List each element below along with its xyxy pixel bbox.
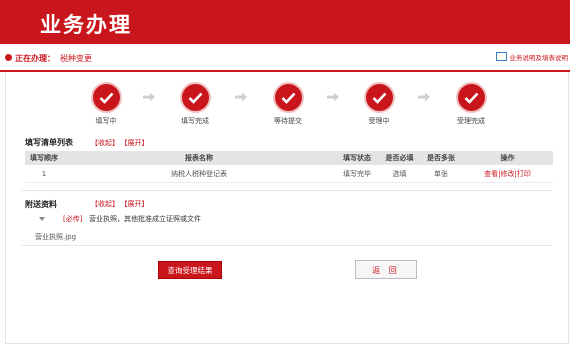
attachment-item[interactable]: [必传] 营业执照，其他批准成立证照或文件 [25, 214, 545, 226]
required-tag: [必传] [63, 215, 83, 223]
book-icon [495, 52, 507, 61]
column-header: 是否必填 [385, 154, 414, 162]
back-button[interactable]: 返 回 [355, 260, 417, 279]
step-label: 受理中 [368, 117, 390, 125]
collapse-link[interactable]: 【收起】 [91, 139, 119, 147]
check-icon [179, 82, 211, 113]
step-label: 等待提交 [274, 117, 302, 125]
step-filling: 填写中 [86, 82, 126, 126]
arrow-right-icon [235, 92, 247, 102]
arrow-right-icon [143, 92, 155, 102]
row-required: 选填 [392, 169, 407, 178]
row-multiple: 单张 [434, 169, 448, 178]
section-divider [22, 190, 552, 191]
page-header: 业务办理 [0, 0, 570, 44]
help-link-label: 业务说明及填表说明 [509, 54, 569, 62]
check-icon [90, 82, 122, 113]
row-order: 1 [41, 169, 47, 178]
step-filled: 填写完成 [175, 82, 215, 126]
collapse-link[interactable]: 【收起】 [91, 200, 119, 208]
column-header: 是否多张 [427, 154, 455, 162]
table-header: 填写顺序 报表名称 填写状态 是否必填 是否多张 操作 [25, 151, 553, 165]
step-completed: 受理完成 [451, 82, 491, 126]
caret-down-icon[interactable] [39, 217, 45, 221]
table-row: 1 纳税人税种登记表 填写完毕 选填 单张 查看|修改|打印 [25, 165, 553, 183]
status-dot-icon [5, 54, 12, 61]
expand-link[interactable]: 【展开】 [124, 139, 149, 147]
status-value: 税种变更 [60, 54, 92, 63]
form-list-toggles: 【收起】 【展开】 [91, 138, 154, 148]
check-icon [455, 82, 487, 113]
status-bar: 正在办理： 税种变更 业务说明及填表说明 [0, 46, 570, 72]
attachment-file-link[interactable]: 营业执照.jpg [35, 232, 76, 242]
attachments-title: 附送资料 [25, 200, 57, 209]
step-awaiting-submit: 等待提交 [268, 82, 308, 126]
step-label: 填写中 [95, 117, 117, 125]
arrow-right-icon [327, 92, 339, 102]
form-list-table: 填写顺序 报表名称 填写状态 是否必填 是否多张 操作 1 纳税人税种登记表 填… [25, 151, 553, 183]
form-list-title: 填写清单列表 [25, 138, 73, 147]
expand-link[interactable]: 【展开】 [124, 200, 149, 208]
arrow-right-icon [418, 92, 430, 102]
row-form-name: 纳税人税种登记表 [171, 169, 227, 178]
column-header: 填写状态 [343, 154, 371, 162]
check-icon [363, 82, 395, 113]
column-header: 填写顺序 [30, 154, 58, 162]
page-title: 业务办理 [40, 13, 132, 37]
column-header: 操作 [500, 154, 515, 162]
help-link[interactable]: 业务说明及填表说明 [495, 52, 569, 62]
step-label: 受理完成 [457, 117, 485, 125]
section-divider [22, 245, 552, 246]
column-header: 报表名称 [185, 154, 213, 162]
attachments-toggles: 【收起】 【展开】 [91, 199, 154, 209]
check-icon [272, 82, 304, 113]
row-actions-link[interactable]: 查看|修改|打印 [462, 169, 553, 179]
query-result-button[interactable]: 查询受理结果 [158, 261, 222, 279]
attachment-description: 营业执照，其他批准成立证照或文件 [89, 215, 201, 223]
row-status: 填写完毕 [343, 169, 371, 178]
step-processing: 受理中 [359, 82, 399, 126]
status-label: 正在办理： [15, 54, 55, 63]
step-label: 填写完成 [181, 117, 209, 125]
